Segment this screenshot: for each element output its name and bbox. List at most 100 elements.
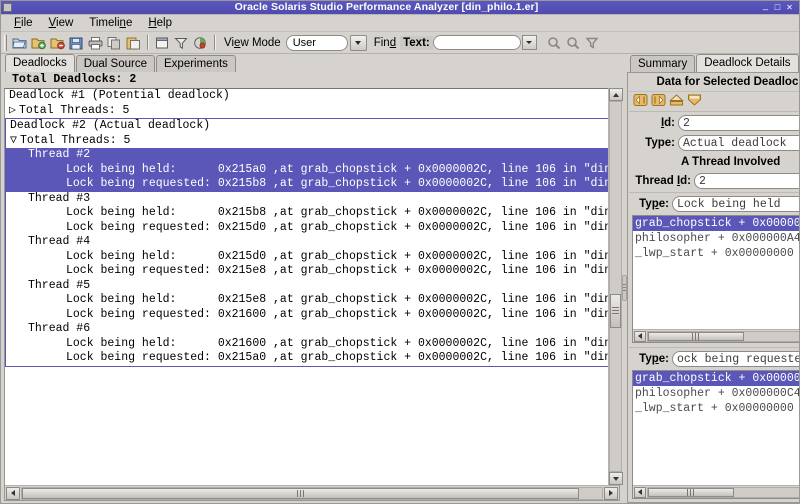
menu-view[interactable]: View [41,16,82,30]
thread-name[interactable]: Thread #6 [6,322,618,337]
lock-held-row[interactable]: Lock being held: 0x215e8 ,at grab_chopst… [6,293,619,308]
stack-frame[interactable]: _lwp_start + 0x00000000 [633,401,799,416]
show-hide-icon[interactable] [191,34,210,52]
clear-find-icon[interactable] [583,34,602,52]
requested-stack-horizontal-scrollbar[interactable] [633,485,799,498]
scroll-left-icon[interactable] [634,486,646,498]
held-stack-horizontal-scrollbar[interactable] [633,329,799,342]
thread-id-value[interactable]: 2 [694,173,799,189]
deadlock-group-1[interactable]: Deadlock #1 (Potential deadlock) ▷ Total … [5,89,619,118]
thread-row-group[interactable]: Thread #2 Lock being held: 0x215a0 ,at g… [6,148,619,192]
add-experiment-icon[interactable] [29,34,48,52]
thread-row-group[interactable]: Thread #4 Lock being held: 0x215d0 ,at g… [6,235,619,279]
lock-held-row[interactable]: Lock being held: 0x21600 ,at grab_chopst… [6,337,619,352]
scroll-down-icon[interactable] [608,472,623,485]
view-mode-chevron-down-icon[interactable] [349,34,367,51]
deadlock-group-2[interactable]: Deadlock #2 (Actual deadlock) ▽ Total Thr… [5,118,619,367]
stack-frame[interactable]: philosopher + 0x000000A4, [633,231,799,246]
view-mode-combo[interactable]: User [285,34,348,51]
lock-held-row[interactable]: Lock being held: 0x215a0 ,at grab_chopst… [6,162,619,177]
filter-icon[interactable] [172,34,191,52]
deadlock-list-horizontal-scrollbar[interactable] [5,485,619,500]
toolbar-grip[interactable] [4,34,7,51]
hscroll-thumb[interactable] [648,487,734,497]
open-experiment-icon[interactable] [10,34,29,52]
vscroll-thumb[interactable] [610,293,621,328]
drop-experiment-icon[interactable] [48,34,67,52]
thread-row-group[interactable]: Thread #3 Lock being held: 0x215b8 ,at g… [6,192,619,236]
lock-held-row[interactable]: Lock being held: 0x215d0 ,at grab_chopst… [6,250,619,265]
hscroll-track[interactable] [647,330,799,342]
close-icon[interactable] [785,3,794,12]
scroll-right-icon[interactable] [604,486,618,500]
paste-icon[interactable] [124,34,143,52]
held-stack-list[interactable]: grab_chopstick + 0x0000002C, philosopher… [632,215,799,343]
lock-requested-row[interactable]: Lock being requested: 0x215a0 ,at grab_c… [6,351,619,366]
thread-row-group[interactable]: Thread #5 Lock being held: 0x215e8 ,at g… [6,279,619,323]
thread-name[interactable]: Thread #5 [6,279,618,294]
menu-timeline[interactable]: Timeline [81,16,140,30]
stack-frame[interactable]: philosopher + 0x000000C4, [633,386,799,401]
deadlock-id-value[interactable]: 2 [678,115,799,131]
copy-icon[interactable] [105,34,124,52]
deadlock-list-vertical-scrollbar[interactable] [608,88,623,485]
vscroll-track[interactable] [609,101,622,472]
expander-collapsed-icon[interactable]: ▷ [9,104,19,119]
requested-stack-rows[interactable]: grab_chopstick + 0x0000002C, philosopher… [633,371,799,485]
minimize-icon[interactable] [761,3,770,12]
find-text-label: Text: [400,35,433,50]
next-deadlock-icon[interactable] [651,93,667,107]
maximize-icon[interactable] [773,3,782,12]
lock-requested-row[interactable]: Lock being requested: 0x21600 ,at grab_c… [6,308,619,323]
deadlock-list[interactable]: Deadlock #1 (Potential deadlock) ▷ Total … [5,89,619,485]
deadlock-1-threads-row[interactable]: ▷ Total Threads: 5 [5,104,619,119]
thread-name[interactable]: Thread #4 [6,235,618,250]
lock-held-row[interactable]: Lock being held: 0x215b8 ,at grab_chopst… [6,206,619,221]
menu-file[interactable]: File [6,16,41,30]
new-window-icon[interactable] [153,34,172,52]
tab-experiments[interactable]: Experiments [156,55,236,72]
print-icon[interactable] [86,34,105,52]
next-thread-icon[interactable] [687,93,703,107]
held-stack-rows[interactable]: grab_chopstick + 0x0000002C, philosopher… [633,216,799,329]
tab-deadlocks[interactable]: Deadlocks [5,54,75,72]
thread-row-group[interactable]: Thread #6 Lock being held: 0x21600 ,at g… [6,322,619,366]
thread-name[interactable]: Thread #2 [6,148,618,163]
toolbar-separator-1 [147,35,149,50]
deadlock-2-header[interactable]: Deadlock #2 (Actual deadlock) [6,119,618,134]
hscroll-track[interactable] [21,486,603,500]
save-icon[interactable] [67,34,86,52]
tab-summary[interactable]: Summary [630,55,696,72]
scroll-up-icon[interactable] [608,88,623,101]
tab-deadlock-details[interactable]: Deadlock Details [696,54,799,72]
previous-deadlock-icon[interactable] [633,93,649,107]
stack-frame[interactable]: grab_chopstick + 0x0000002C, [633,371,799,386]
scroll-left-icon[interactable] [634,330,646,342]
previous-thread-icon[interactable] [669,93,685,107]
requested-type-value[interactable]: ock being requested [672,351,799,367]
tab-dual-source[interactable]: Dual Source [75,55,155,72]
data-for-selected-deadlock-title: Data for Selected Deadlock [629,74,799,91]
expander-expanded-icon[interactable]: ▽ [10,134,20,149]
lock-requested-row[interactable]: Lock being requested: 0x215d0 ,at grab_c… [6,221,619,236]
hscroll-thumb[interactable] [648,331,744,341]
deadlock-1-header[interactable]: Deadlock #1 (Potential deadlock) [5,89,619,104]
lock-requested-row[interactable]: Lock being requested: 0x215e8 ,at grab_c… [6,264,619,279]
requested-stack-list[interactable]: grab_chopstick + 0x0000002C, philosopher… [632,370,799,499]
menu-help[interactable]: Help [140,16,180,30]
find-history-chevron-down-icon[interactable] [521,35,537,50]
find-previous-icon[interactable] [545,34,564,52]
stack-frame[interactable]: _lwp_start + 0x00000000 [633,246,799,261]
scroll-left-icon[interactable] [6,486,20,500]
lock-requested-row[interactable]: Lock being requested: 0x215b8 ,at grab_c… [6,177,619,192]
stack-frame[interactable]: grab_chopstick + 0x0000002C, [633,216,799,231]
find-text-input[interactable] [432,35,521,50]
find-next-icon[interactable] [564,34,583,52]
deadlock-type-value[interactable]: Actual deadlock [678,135,799,151]
held-type-value[interactable]: Lock being held [672,196,799,212]
deadlock-2-threads-row[interactable]: ▽ Total Threads: 5 [6,134,618,149]
hscroll-thumb[interactable] [22,487,579,499]
thread-name[interactable]: Thread #3 [6,192,618,207]
content-split: Total Deadlocks: 2 Deadlock #1 (Potentia… [1,54,799,503]
hscroll-track[interactable] [647,486,799,498]
